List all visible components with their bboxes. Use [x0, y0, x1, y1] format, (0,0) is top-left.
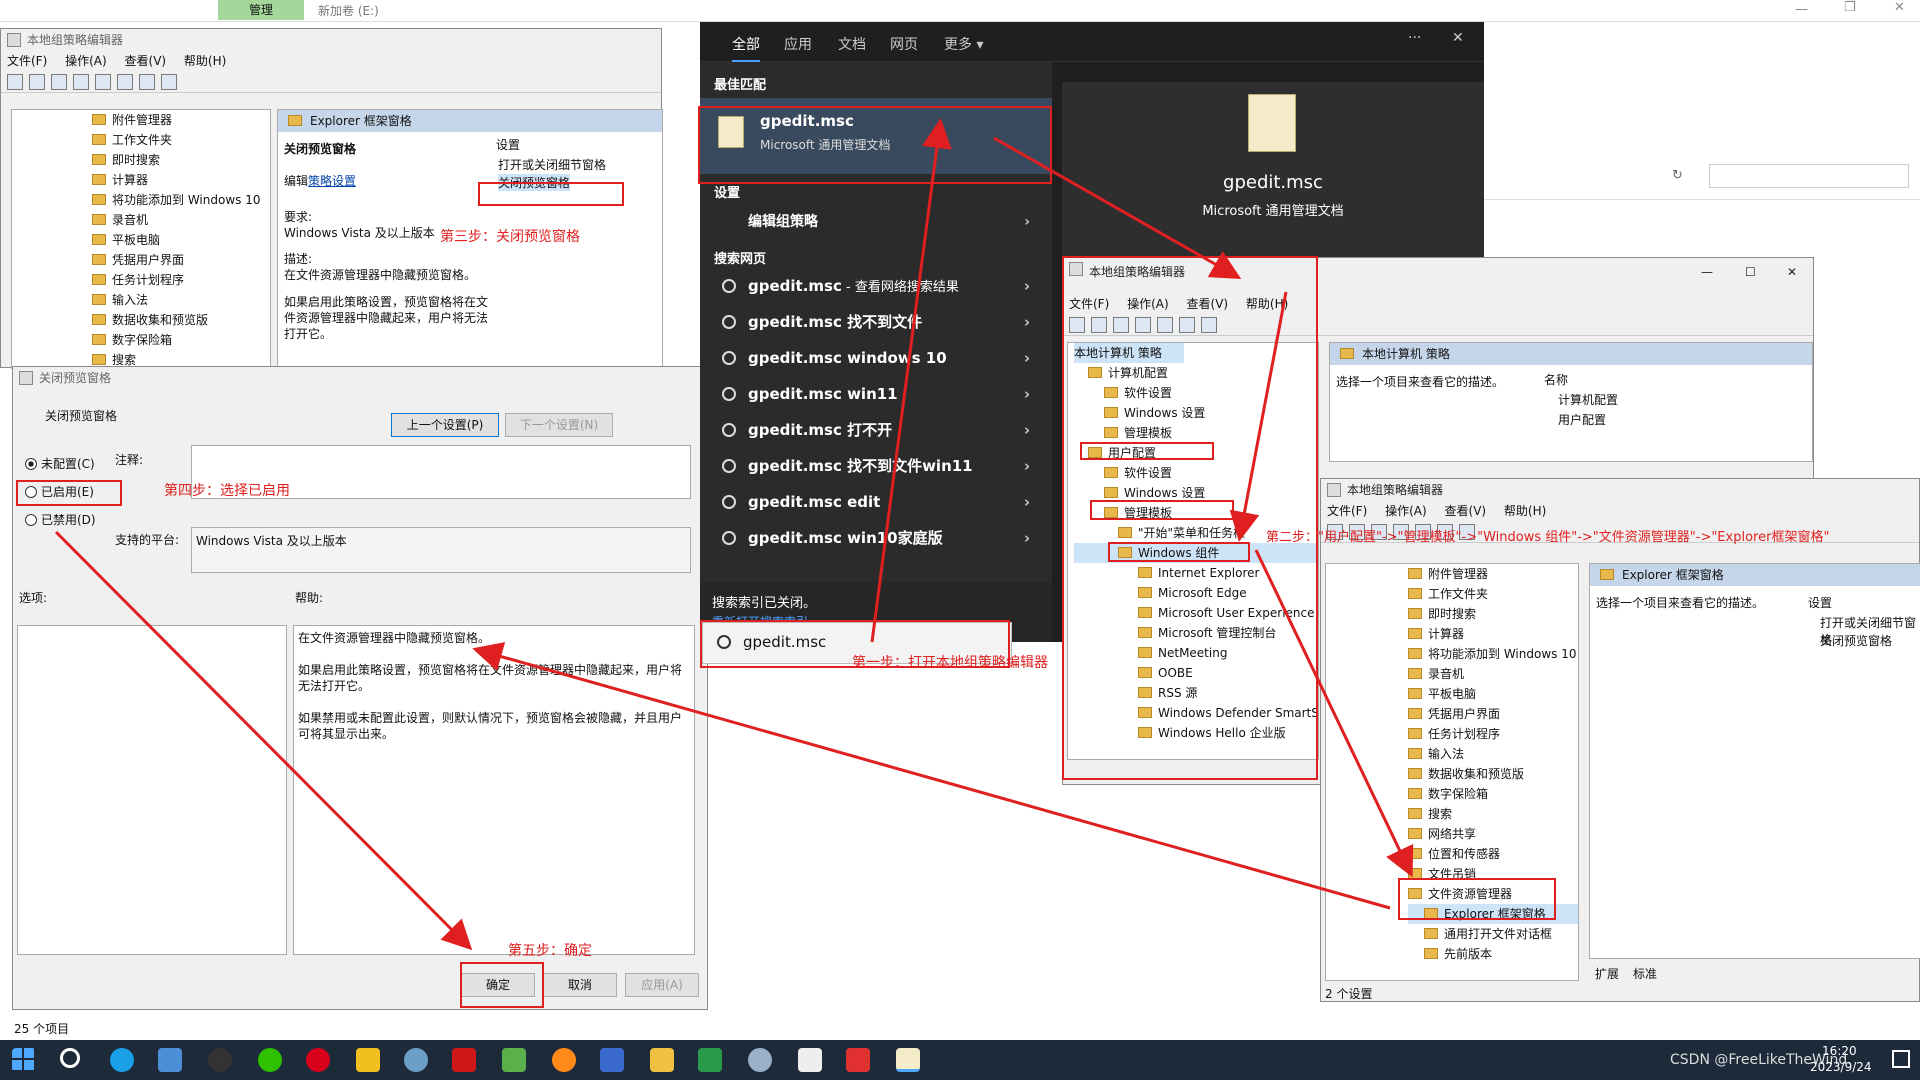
taskbar: CSDN @FreeLikeTheWind. 16:20 2023/9/24	[0, 1040, 1920, 1080]
notepad-icon[interactable]	[502, 1048, 526, 1072]
notification-icon[interactable]	[1892, 1050, 1910, 1068]
app-icon-5[interactable]	[698, 1048, 722, 1072]
app-icon-1[interactable]	[356, 1048, 380, 1072]
annotation-arrows	[54, 118, 1414, 951]
firefox-icon[interactable]	[552, 1048, 576, 1072]
app-icon-4[interactable]	[600, 1048, 624, 1072]
unity-icon[interactable]	[798, 1048, 822, 1072]
file-explorer-icon[interactable]	[650, 1048, 674, 1072]
gpedit-taskbar-icon[interactable]	[896, 1048, 920, 1072]
app-icon-6[interactable]	[748, 1048, 772, 1072]
wechat-icon[interactable]	[258, 1048, 282, 1072]
search-taskbar-icon[interactable]	[60, 1048, 80, 1068]
clock-date[interactable]: 2023/9/24	[1810, 1060, 1872, 1074]
app-icon-2[interactable]	[404, 1048, 428, 1072]
app-icon-3[interactable]	[452, 1048, 476, 1072]
edge-icon[interactable]	[110, 1048, 134, 1072]
netease-music-icon[interactable]	[306, 1048, 330, 1072]
store-icon[interactable]	[158, 1048, 182, 1072]
start-icon[interactable]	[12, 1048, 36, 1072]
obs-icon[interactable]	[208, 1048, 232, 1072]
wps-icon[interactable]	[846, 1048, 870, 1072]
clock-time[interactable]: 16:20	[1822, 1044, 1857, 1058]
